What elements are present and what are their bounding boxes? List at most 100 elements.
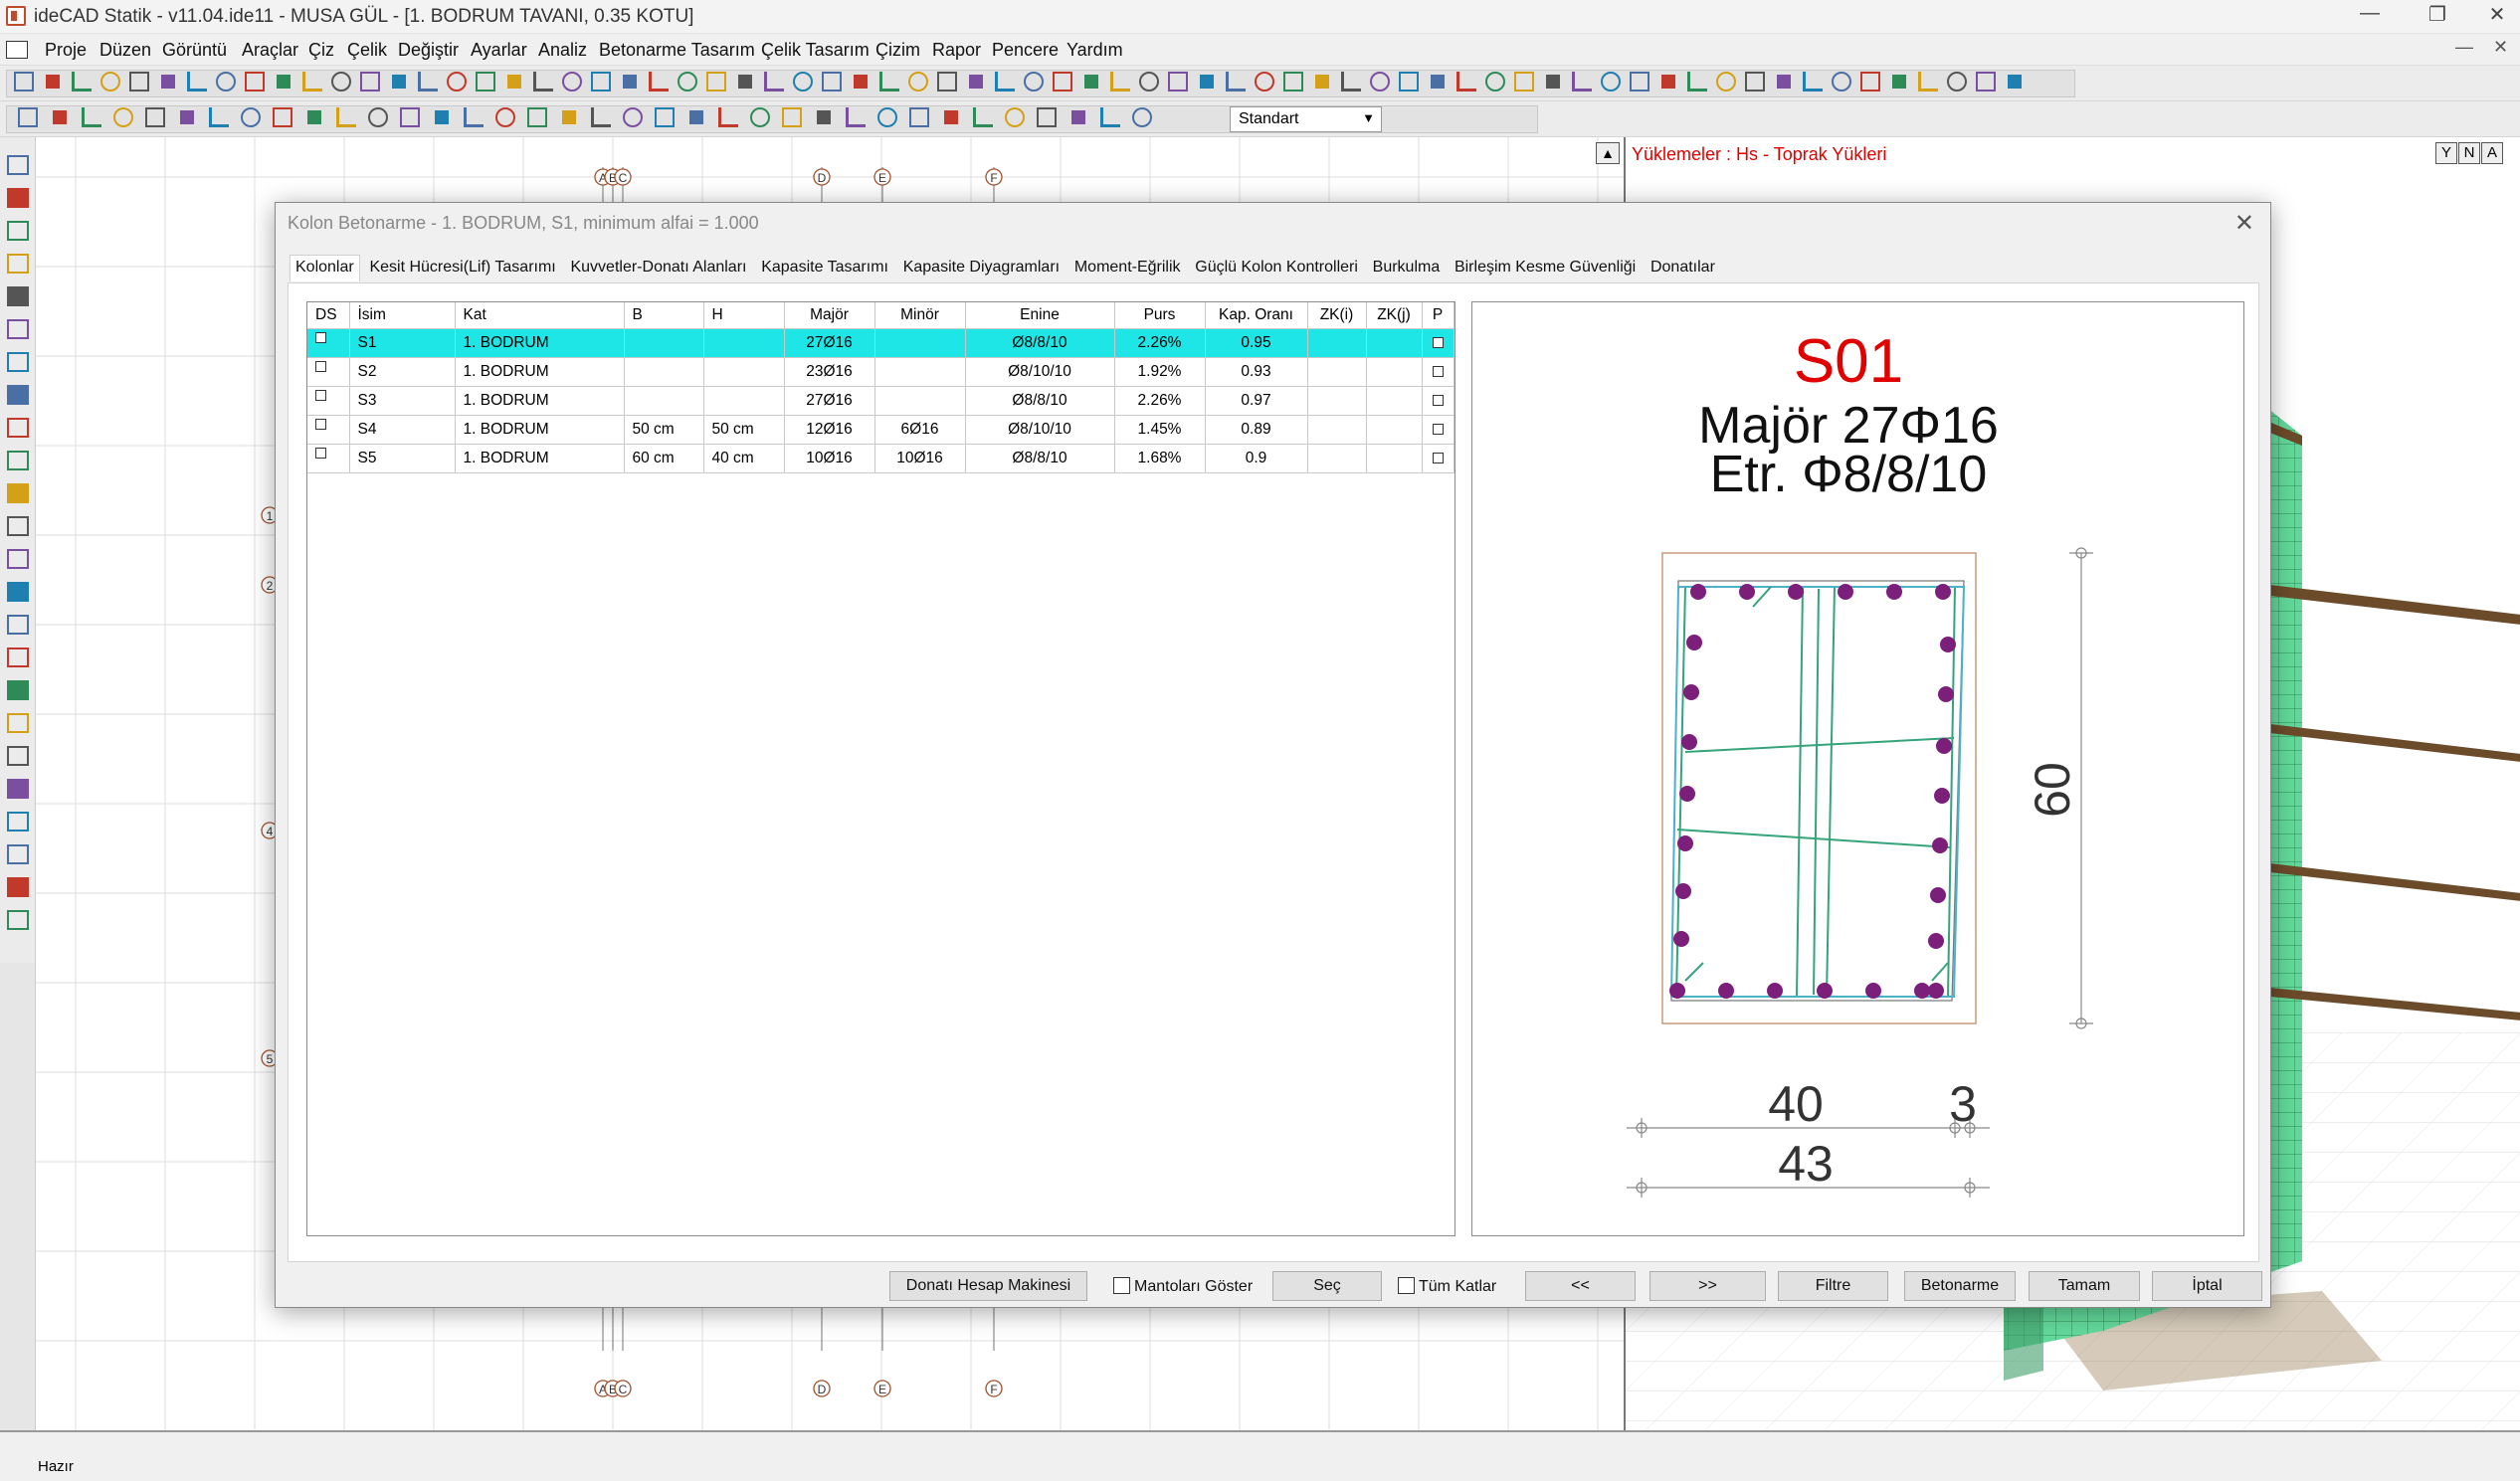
left-tool-icon[interactable] [7,221,29,241]
close-button[interactable]: ✕ [2475,2,2519,27]
toolbar-tool-icon[interactable] [750,107,770,127]
toolbar-tool-icon[interactable] [995,72,1015,92]
toolbar-tool-icon[interactable] [1399,72,1419,92]
toolbar-tool-icon[interactable] [1485,72,1505,92]
toolbar-tool-icon[interactable] [2008,75,2022,89]
menu-proje[interactable]: Proje [45,40,87,61]
style-select[interactable]: Standart ▼ [1230,106,1382,132]
tab-kuvvetler-donati[interactable]: Kuvvetler-Donatı Alanları [565,256,751,279]
toolbar-tool-icon[interactable] [82,107,101,127]
left-tool-icon[interactable] [7,286,29,306]
toolbar-tool-icon[interactable] [1283,72,1303,92]
toolbar-tool-icon[interactable] [1370,72,1390,92]
toolbar-tool-icon[interactable] [1139,72,1159,92]
left-tool-icon[interactable] [7,582,29,602]
menu-analiz[interactable]: Analiz [538,40,587,61]
toolbar-tool-icon[interactable] [1601,72,1621,92]
toolbar-tool-icon[interactable] [649,72,669,92]
toolbar-tool-icon[interactable] [464,107,484,127]
toolbar-tool-icon[interactable] [1630,72,1649,92]
toolbar-tool-icon[interactable] [1071,110,1085,124]
left-tool-icon[interactable] [7,188,29,208]
left-tool-icon[interactable] [7,155,29,175]
toolbar-tool-icon[interactable] [1803,72,1823,92]
checkbox-icon[interactable] [1398,1277,1415,1294]
left-tool-icon[interactable] [7,779,29,799]
toolbar-tool-icon[interactable] [738,75,752,89]
row-p-cell[interactable] [1422,386,1454,416]
toolbar-tool-icon[interactable] [447,72,467,92]
left-tool-icon[interactable] [7,910,29,930]
toolbar-tool-icon[interactable] [46,75,60,89]
menu-degistir[interactable]: Değiştir [398,40,459,61]
toolbar-tool-icon[interactable] [72,72,92,92]
p-checkbox-icon[interactable] [1432,423,1444,435]
left-tool-icon[interactable] [7,319,29,339]
row-p-cell[interactable] [1422,357,1454,387]
toolbar-tool-icon[interactable] [1546,75,1560,89]
ok-button[interactable]: Tamam [2029,1271,2140,1301]
col-header-zkj[interactable]: ZK(j) [1366,302,1423,329]
left-tool-icon[interactable] [7,615,29,635]
toolbar-tool-icon[interactable] [1572,72,1592,92]
next-button[interactable]: >> [1649,1271,1766,1301]
left-tool-icon[interactable] [7,812,29,832]
rebar-calculator-button[interactable]: Donatı Hesap Makinesi [889,1271,1087,1301]
col-header-kap-orani[interactable]: Kap. Oranı [1205,302,1308,329]
tab-kesit-hucresi[interactable]: Kesit Hücresi(Lif) Tasarımı [364,256,560,279]
toolbar-tool-icon[interactable] [209,107,229,127]
toolbar-tool-icon[interactable] [1918,72,1938,92]
toolbar-tool-icon[interactable] [1687,72,1707,92]
toolbar-tool-icon[interactable] [392,75,406,89]
toolbar-tool-icon[interactable] [591,107,611,127]
toolbar-tool-icon[interactable] [1860,72,1880,92]
ds-checkbox-icon[interactable] [315,360,326,372]
menu-goruntu[interactable]: Görüntü [162,40,227,61]
menu-ciz[interactable]: Çiz [308,40,334,61]
row-p-cell[interactable] [1422,328,1454,358]
toolbar-tool-icon[interactable] [655,107,675,127]
maximize-button[interactable]: ❐ [2416,2,2459,27]
all-floors-checkbox[interactable]: Tüm Katlar [1398,1277,1496,1296]
minimize-button[interactable]: — [2348,2,2392,25]
col-header-ds[interactable]: DS [307,302,350,329]
toolbar-tool-icon[interactable] [113,107,133,127]
concrete-button[interactable]: Betonarme [1904,1271,2016,1301]
toolbar-tool-icon[interactable] [18,107,38,127]
ds-checkbox-icon[interactable] [315,331,326,343]
left-tool-icon[interactable] [7,877,29,897]
tab-kapasite-tasarimi[interactable]: Kapasite Tasarımı [756,256,893,279]
col-header-minor[interactable]: Minör [874,302,966,329]
row-p-cell[interactable] [1422,415,1454,445]
p-checkbox-icon[interactable] [1432,365,1444,377]
toolbar-tool-icon[interactable] [273,107,292,127]
toolbar-tool-icon[interactable] [973,107,993,127]
toolbar-tool-icon[interactable] [435,110,449,124]
toolbar-tool-icon[interactable] [1777,75,1791,89]
toolbar-tool-icon[interactable] [1100,107,1120,127]
toolbar-tool-icon[interactable] [846,107,866,127]
left-tool-icon[interactable] [7,844,29,864]
toolbar-tool-icon[interactable] [1200,75,1214,89]
toolbar-tool-icon[interactable] [1661,75,1675,89]
ds-checkbox-icon[interactable] [315,418,326,430]
tab-donatilar[interactable]: Donatılar [1646,256,1720,279]
menu-celik[interactable]: Çelik [347,40,387,61]
toolbar-tool-icon[interactable] [1226,72,1246,92]
toolbar-tool-icon[interactable] [591,72,611,92]
menu-betonarme-tasarim[interactable]: Betonarme Tasarım [599,40,755,61]
p-checkbox-icon[interactable] [1432,452,1444,463]
col-header-isim[interactable]: İsim [349,302,456,329]
row-ds-cell[interactable] [307,386,350,416]
menu-duzen[interactable]: Düzen [99,40,151,61]
row-ds-cell[interactable] [307,328,350,358]
toolbar-tool-icon[interactable] [623,75,637,89]
view-a-button[interactable]: A [2481,142,2503,164]
col-header-h[interactable]: H [703,302,785,329]
col-header-major[interactable]: Majör [784,302,875,329]
menu-yardim[interactable]: Yardım [1066,40,1123,61]
toolbar-tool-icon[interactable] [623,107,643,127]
doc-minimize-icon[interactable]: — [2455,37,2473,58]
toolbar-tool-icon[interactable] [706,72,726,92]
tab-kolonlar[interactable]: Kolonlar [290,255,360,281]
